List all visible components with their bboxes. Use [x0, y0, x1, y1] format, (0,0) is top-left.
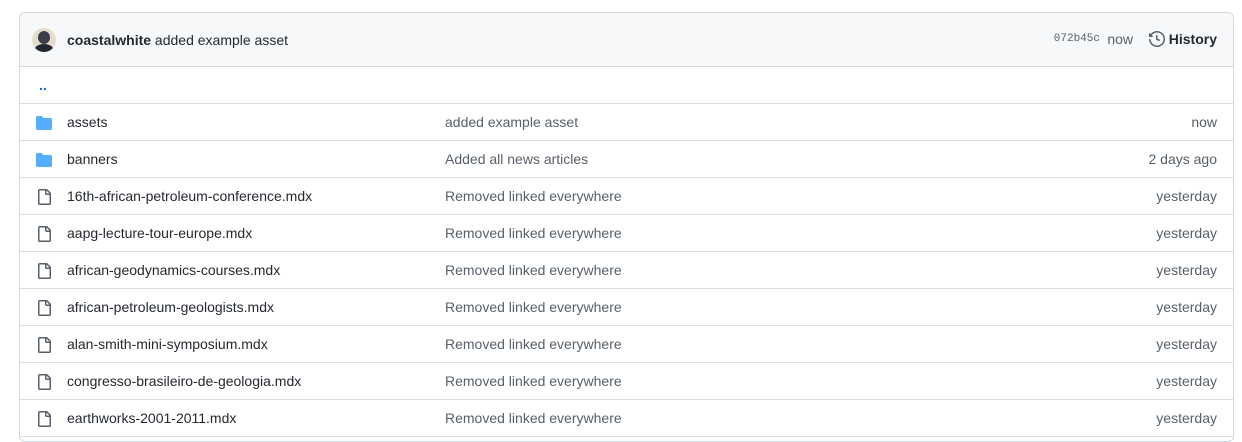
- file-row[interactable]: african-petroleum-geologists.mdx Removed …: [20, 289, 1233, 326]
- entry-age: 2 days ago: [1148, 151, 1218, 167]
- file-row[interactable]: alan-smith-mini-symposium.mdx Removed lin…: [20, 326, 1233, 363]
- entry-commit-message[interactable]: Removed linked everywhere: [445, 188, 622, 204]
- folder-icon: [36, 152, 52, 168]
- entry-commit-message[interactable]: Removed linked everywhere: [445, 299, 622, 315]
- entry-name[interactable]: earthworks-2001-2011.mdx: [67, 410, 236, 426]
- history-button[interactable]: History: [1148, 31, 1217, 47]
- entry-age: yesterday: [1156, 410, 1217, 426]
- entry-name[interactable]: african-geodynamics-courses.mdx: [67, 262, 280, 278]
- latest-commit-bar: coastalwhite added example asset 072b45c…: [20, 13, 1233, 67]
- entry-commit-message[interactable]: Added all news articles: [445, 151, 588, 167]
- entry-name[interactable]: 16th-african-petroleum-conference.mdx: [67, 188, 312, 204]
- parent-directory-row[interactable]: ..: [20, 67, 1233, 104]
- entry-age: yesterday: [1156, 299, 1217, 315]
- entry-commit-message[interactable]: Removed linked everywhere: [445, 225, 622, 241]
- file-icon: [36, 374, 52, 390]
- folder-row[interactable]: banners Added all news articles 2 days ago: [20, 141, 1233, 178]
- entry-age: yesterday: [1156, 262, 1217, 278]
- parent-directory-link[interactable]: ..: [39, 77, 47, 93]
- entry-commit-message[interactable]: Removed linked everywhere: [445, 336, 622, 352]
- commit-message[interactable]: added example asset: [155, 32, 288, 48]
- commit-author[interactable]: coastalwhite: [67, 32, 151, 48]
- file-icon: [36, 300, 52, 316]
- file-row[interactable]: 16th-african-petroleum-conference.mdx Rem…: [20, 178, 1233, 215]
- file-row[interactable]: congresso-brasileiro-de-geologia.mdx Remo…: [20, 363, 1233, 400]
- entry-name[interactable]: alan-smith-mini-symposium.mdx: [67, 336, 268, 352]
- file-row[interactable]: earthworks-2001-2011.mdx Removed linked e…: [20, 400, 1233, 437]
- history-label: History: [1168, 31, 1217, 47]
- file-icon: [36, 337, 52, 353]
- file-icon: [36, 226, 52, 242]
- entry-age: yesterday: [1156, 373, 1217, 389]
- entry-name[interactable]: african-petroleum-geologists.mdx: [67, 299, 274, 315]
- entry-name[interactable]: banners: [67, 151, 118, 167]
- commit-sha[interactable]: 072b45c: [1054, 33, 1100, 45]
- entry-age: yesterday: [1156, 336, 1217, 352]
- entry-age: now: [1191, 114, 1217, 130]
- entry-commit-message[interactable]: Removed linked everywhere: [445, 410, 622, 426]
- file-icon: [36, 189, 52, 205]
- entry-age: yesterday: [1156, 188, 1217, 204]
- file-icon: [36, 263, 52, 279]
- entry-commit-message[interactable]: Removed linked everywhere: [445, 262, 622, 278]
- commit-time: now: [1107, 31, 1133, 47]
- folder-row[interactable]: assets added example asset now: [20, 104, 1233, 141]
- file-browser: coastalwhite added example asset 072b45c…: [19, 12, 1234, 442]
- entry-commit-message[interactable]: added example asset: [445, 114, 578, 130]
- avatar[interactable]: [32, 28, 56, 52]
- entry-commit-message[interactable]: Removed linked everywhere: [445, 373, 622, 389]
- entry-name[interactable]: congresso-brasileiro-de-geologia.mdx: [67, 373, 301, 389]
- file-row[interactable]: aapg-lecture-tour-europe.mdx Removed link…: [20, 215, 1233, 252]
- folder-icon: [36, 115, 52, 131]
- history-icon: [1148, 31, 1165, 47]
- entry-age: yesterday: [1156, 225, 1217, 241]
- entry-name[interactable]: assets: [67, 114, 107, 130]
- commit-summary: coastalwhite added example asset: [67, 31, 288, 49]
- file-row[interactable]: african-geodynamics-courses.mdx Removed l…: [20, 252, 1233, 289]
- entry-name[interactable]: aapg-lecture-tour-europe.mdx: [67, 225, 252, 241]
- file-icon: [36, 411, 52, 427]
